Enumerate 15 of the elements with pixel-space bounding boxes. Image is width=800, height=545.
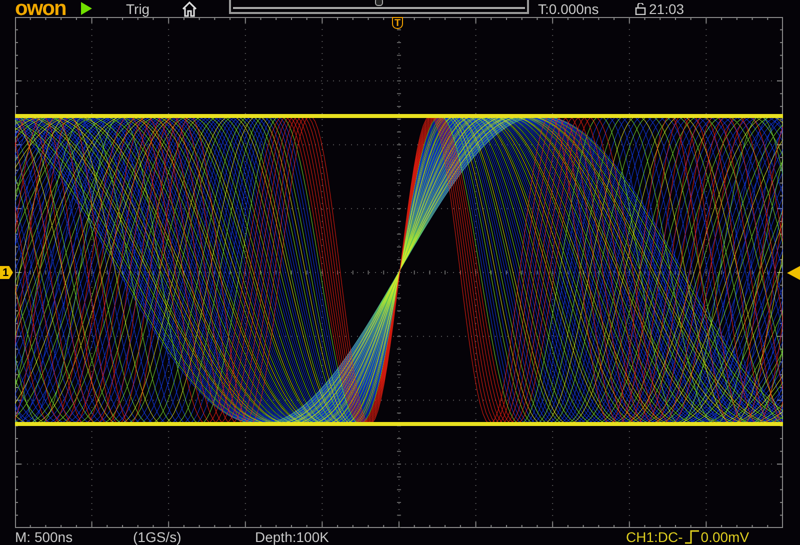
- trigger-label: Trig: [126, 0, 151, 16]
- trigger-level-marker-icon[interactable]: [787, 266, 800, 280]
- trigger-marker[interactable]: T: [392, 17, 403, 29]
- timebase: M: 500ns: [15, 528, 74, 544]
- time-offset: T:0.000ns: [538, 0, 600, 16]
- lock-icon: [635, 2, 646, 14]
- memory-depth: Depth:100K: [255, 528, 330, 544]
- home-icon[interactable]: [182, 0, 197, 16]
- channel-marker[interactable]: 1: [0, 266, 13, 279]
- logo: owon: [15, 0, 67, 17]
- trigger-level: 0.00mV: [700, 528, 750, 544]
- sample-rate: (1GS/s): [133, 528, 182, 544]
- channel-coupling: CH1:DC-: [626, 528, 683, 544]
- rising-edge-icon: [684, 530, 699, 544]
- clock: 21:03: [649, 0, 684, 16]
